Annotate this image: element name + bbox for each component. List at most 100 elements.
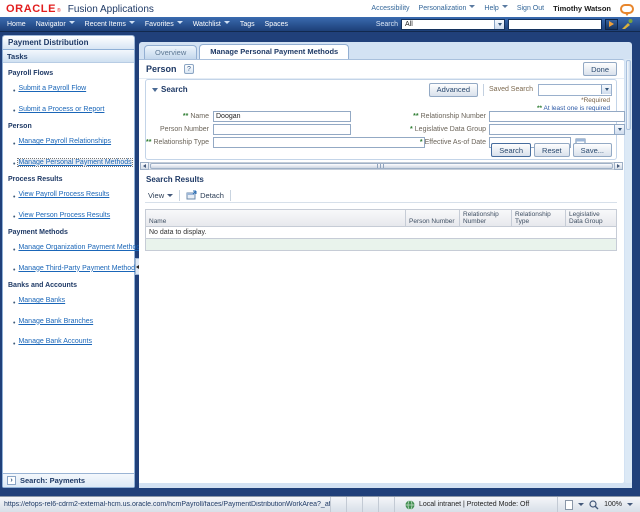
scroll-left-arrow[interactable] (140, 162, 149, 170)
nav-home[interactable]: Home (7, 21, 26, 28)
personalization-menu[interactable]: Personalization (419, 5, 476, 12)
oracle-chat-icon[interactable] (620, 4, 634, 14)
search-go-button[interactable] (605, 19, 618, 30)
chevron-down-icon[interactable] (494, 20, 504, 29)
chevron-down-icon[interactable] (601, 85, 611, 94)
view-menu[interactable]: View (148, 191, 173, 200)
column-header-relationship-type[interactable]: Relationship Type (512, 210, 566, 226)
horizontal-scrollbar[interactable] (140, 162, 623, 170)
nav-recent-items[interactable]: Recent Items (85, 21, 135, 28)
accessibility-link[interactable]: Accessibility (371, 5, 409, 12)
vertical-scrollbar[interactable] (625, 59, 632, 483)
task-item-selected[interactable]: Manage Personal Payment Methods (5, 153, 132, 171)
chevron-down-icon[interactable] (614, 125, 624, 134)
nav-items: Home Navigator Recent Items Favorites Wa… (7, 21, 288, 28)
legislative-data-group-select[interactable] (489, 124, 625, 135)
task-link-manage-third-party-payment-methods[interactable]: Manage Third-Party Payment Methods (18, 265, 138, 272)
name-input[interactable] (213, 111, 351, 122)
task-link-manage-payroll-relationships[interactable]: Manage Payroll Relationships (18, 138, 111, 145)
magnifier-icon (589, 500, 599, 510)
task-group-title: Payment Methods (8, 229, 132, 236)
page-title: Person (146, 64, 177, 74)
task-item[interactable]: Manage Payroll Relationships (5, 133, 132, 151)
task-link-submit-process-or-report[interactable]: Submit a Process or Report (18, 106, 104, 113)
nav-favorites[interactable]: Favorites (145, 21, 183, 28)
global-search-label: Search (376, 21, 398, 28)
reset-button[interactable]: Reset (534, 143, 570, 157)
column-header-name[interactable]: Name (146, 210, 406, 226)
task-item[interactable]: View Person Process Results (5, 206, 132, 224)
relationship-number-input[interactable] (489, 111, 625, 122)
page-mode-icon[interactable] (565, 500, 573, 510)
advanced-search-icon[interactable] (621, 18, 633, 30)
saved-search-label: Saved Search (489, 86, 533, 93)
task-item[interactable]: View Payroll Process Results (5, 186, 132, 204)
nav-watchlist[interactable]: Watchlist (193, 21, 230, 28)
task-item[interactable]: Manage Third-Party Payment Methods (5, 259, 132, 277)
task-item[interactable]: Manage Organization Payment Methods (5, 239, 132, 257)
oracle-fusion-applications-window: ORACLE ® Fusion Applications Accessibili… (0, 0, 640, 512)
browser-status-bar: https://efops-rel6-cdrm2-external-hcm.us… (0, 496, 640, 512)
help-menu[interactable]: Help (484, 5, 507, 12)
expand-icon[interactable] (7, 476, 16, 485)
search-button[interactable]: Search (491, 143, 531, 157)
zoom-controls: 100% (557, 497, 640, 512)
search-section: Search Advanced Saved Search *Required (145, 79, 617, 160)
legislative-data-group-label: *Legislative Data Group (386, 124, 486, 135)
scrollbar-thumb[interactable] (626, 60, 631, 130)
separator (230, 190, 231, 201)
results-toolbar: View Detach (145, 188, 617, 203)
saved-search-select[interactable] (538, 84, 612, 96)
task-link-view-payroll-process-results[interactable]: View Payroll Process Results (18, 191, 109, 198)
tasks-panel-header[interactable]: Tasks (3, 50, 134, 63)
save-button[interactable]: Save... (573, 143, 612, 157)
chevron-down-icon[interactable] (627, 501, 633, 508)
column-header-relationship-number[interactable]: Relationship Number (460, 210, 512, 226)
task-link-manage-bank-branches[interactable]: Manage Bank Branches (18, 318, 93, 325)
scrollbar-thumb[interactable] (150, 163, 613, 169)
detach-button[interactable]: Detach (186, 190, 224, 200)
tab-overview[interactable]: Overview (144, 45, 197, 59)
separator (179, 190, 180, 201)
intranet-zone-icon (405, 500, 415, 510)
relationship-type-label: **Relationship Type (146, 137, 209, 148)
sign-out-link[interactable]: Sign Out (517, 5, 544, 12)
task-link-manage-banks[interactable]: Manage Banks (18, 297, 65, 304)
chevron-down-icon[interactable] (578, 501, 584, 508)
tab-manage-personal-payment-methods[interactable]: Manage Personal Payment Methods (199, 44, 349, 59)
task-item[interactable]: Submit a Process or Report (5, 100, 132, 118)
collapse-section-icon[interactable] (150, 85, 159, 94)
person-number-input[interactable] (213, 124, 351, 135)
search-payments-panel[interactable]: Search: Payments (3, 473, 134, 487)
column-header-legislative-data-group[interactable]: Legislative Data Group (566, 210, 616, 226)
done-button[interactable]: Done (583, 62, 617, 76)
task-link-view-person-process-results[interactable]: View Person Process Results (18, 212, 110, 219)
tasks-list: Payroll Flows Submit a Payroll Flow Subm… (3, 63, 134, 355)
zone-text: Local intranet | Protected Mode: Off (419, 501, 529, 508)
task-item[interactable]: Manage Banks (5, 292, 132, 310)
task-item[interactable]: Submit a Payroll Flow (5, 80, 132, 98)
search-payments-label: Search: Payments (20, 476, 85, 485)
search-scope-select[interactable]: All (401, 19, 505, 30)
global-search-input[interactable] (508, 19, 602, 30)
task-item[interactable]: Manage Bank Accounts (5, 333, 132, 351)
table-row (145, 239, 617, 251)
grip-icon (377, 164, 386, 168)
task-item[interactable]: Manage Bank Branches (5, 312, 132, 330)
global-navbar: Home Navigator Recent Items Favorites Wa… (0, 17, 640, 32)
task-link-manage-organization-payment-methods[interactable]: Manage Organization Payment Methods (18, 244, 143, 251)
nav-spaces[interactable]: Spaces (265, 21, 288, 28)
scrollbar-track[interactable] (149, 162, 614, 170)
help-icon[interactable] (184, 64, 194, 74)
task-link-submit-payroll-flow[interactable]: Submit a Payroll Flow (18, 85, 86, 92)
advanced-button[interactable]: Advanced (429, 83, 478, 97)
task-link-manage-bank-accounts[interactable]: Manage Bank Accounts (18, 338, 92, 345)
column-header-person-number[interactable]: Person Number (406, 210, 460, 226)
nav-tags[interactable]: Tags (240, 21, 255, 28)
scroll-right-arrow[interactable] (614, 162, 623, 170)
nav-navigator[interactable]: Navigator (36, 21, 75, 28)
sidebar: Payment Distribution Tasks Payroll Flows… (2, 35, 135, 488)
zoom-level[interactable]: 100% (604, 501, 622, 508)
status-cell (378, 497, 394, 512)
task-link-manage-personal-payment-methods[interactable]: Manage Personal Payment Methods (18, 159, 131, 166)
